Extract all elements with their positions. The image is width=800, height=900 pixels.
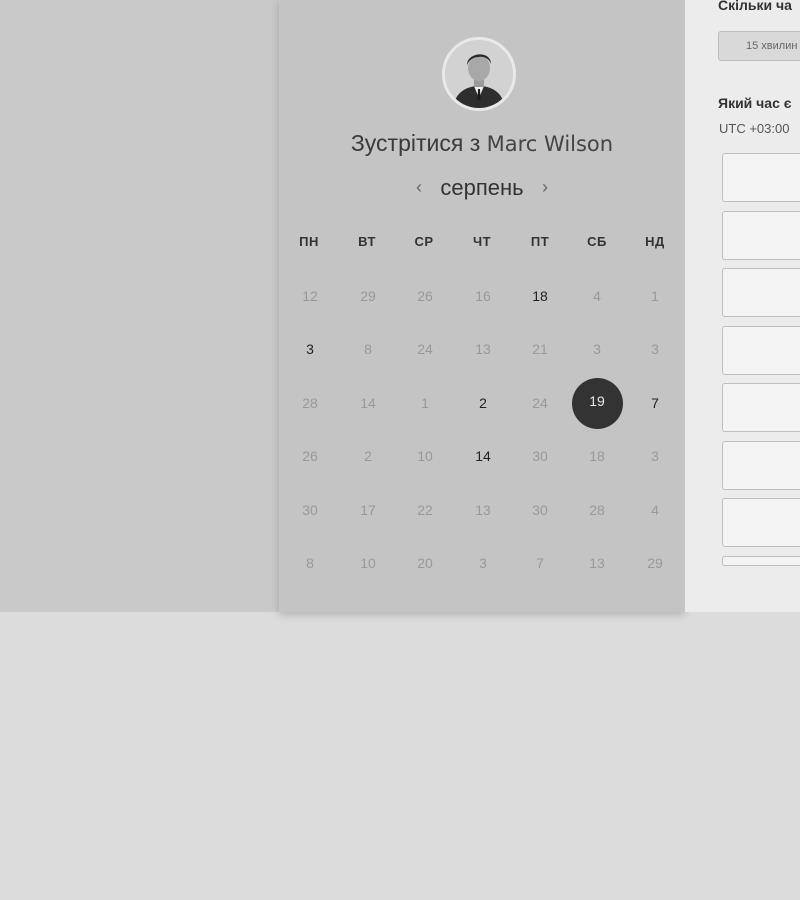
left-panel [0,0,279,612]
weekday-label: ВТ [358,234,376,249]
duration-option-button[interactable]: 15 хвилин [718,31,800,61]
time-slot-button[interactable] [722,210,800,260]
meeting-title: Зустрітися з Marc Wilson [279,130,685,157]
time-slot-button[interactable] [722,153,800,202]
calendar-day: 4 [593,288,601,304]
calendar-day: 8 [306,555,314,571]
calendar-day: 16 [475,288,491,304]
calendar-day: 22 [417,502,433,518]
calendar-day[interactable]: 14 [463,436,503,476]
time-slot-button[interactable] [722,383,800,432]
calendar-day: 29 [360,288,376,304]
weekday-label: ПН [299,234,319,249]
calendar-day: 21 [532,341,548,357]
weekday-label: ЧТ [472,234,492,249]
chevron-right-icon[interactable]: › [536,177,554,199]
calendar-card: Зустрітися з Marc Wilson серпень ‹ › ПН … [279,0,685,612]
calendar-day: 1 [421,395,429,411]
scheduler-panel: Скільки ча 15 хвилин Який час є UTC +03:… [685,0,800,612]
calendar-day: 10 [360,555,376,571]
calendar-day: 24 [417,341,433,357]
duration-question: Скільки ча [718,0,792,13]
calendar-day: 30 [532,448,548,464]
calendar-day: 13 [589,555,605,571]
calendar-day: 1 [651,288,659,304]
weekday-label: ПТ [530,234,550,249]
calendar-day: 20 [417,555,433,571]
calendar-day: 28 [589,502,605,518]
time-slot-button[interactable] [722,325,800,375]
calendar-day[interactable]: 18 [520,276,560,316]
calendar-day: 13 [475,341,491,357]
calendar-day[interactable]: 2 [463,383,503,423]
calendar-day: 14 [360,395,376,411]
host-name: Marc Wilson [486,132,614,156]
host-avatar [442,37,516,111]
calendar-day: 3 [651,341,659,357]
calendar-day: 3 [651,448,659,464]
calendar-day: 30 [302,502,318,518]
calendar-day: 3 [593,341,601,357]
weekday-header: ПН ВТ СР ЧТ ПТ СБ НД [281,234,684,254]
calendar-day[interactable]: 7 [635,383,675,423]
time-slot-button[interactable] [722,498,800,547]
chevron-left-icon[interactable]: ‹ [410,177,428,199]
calendar-day: 12 [302,288,318,304]
calendar-day: 17 [360,502,376,518]
month-label: серпень [440,175,524,200]
weekday-label: СБ [587,234,607,249]
weekday-label: НД [645,234,665,249]
timezone-label: UTC +03:00 [719,121,790,136]
calendar-day: 7 [536,555,544,571]
time-slot-button[interactable] [722,440,800,490]
calendar-day: 3 [479,555,487,571]
time-question: Який час є [718,95,792,111]
calendar-day: 13 [475,502,491,518]
calendar-day: 18 [589,448,605,464]
person-photo-icon [445,40,513,108]
calendar-day: 10 [417,448,433,464]
calendar-day: 2 [364,448,372,464]
calendar-day[interactable]: 3 [290,329,330,369]
calendar-day: 28 [302,395,318,411]
weekday-label: СР [414,234,434,249]
calendar-day: 30 [532,502,548,518]
calendar-day: 29 [647,555,663,571]
time-slot-button[interactable] [722,555,800,566]
calendar-day: 4 [651,502,659,518]
calendar-day: 8 [364,341,372,357]
title-prefix: Зустрітися з [350,130,481,156]
month-navigation: серпень ‹ › [279,175,685,205]
calendar-day-selected[interactable]: 19 [571,377,623,429]
calendar-day: 26 [417,288,433,304]
calendar-day: 26 [302,448,318,464]
time-slot-button[interactable] [722,268,800,317]
calendar-day: 24 [532,395,548,411]
